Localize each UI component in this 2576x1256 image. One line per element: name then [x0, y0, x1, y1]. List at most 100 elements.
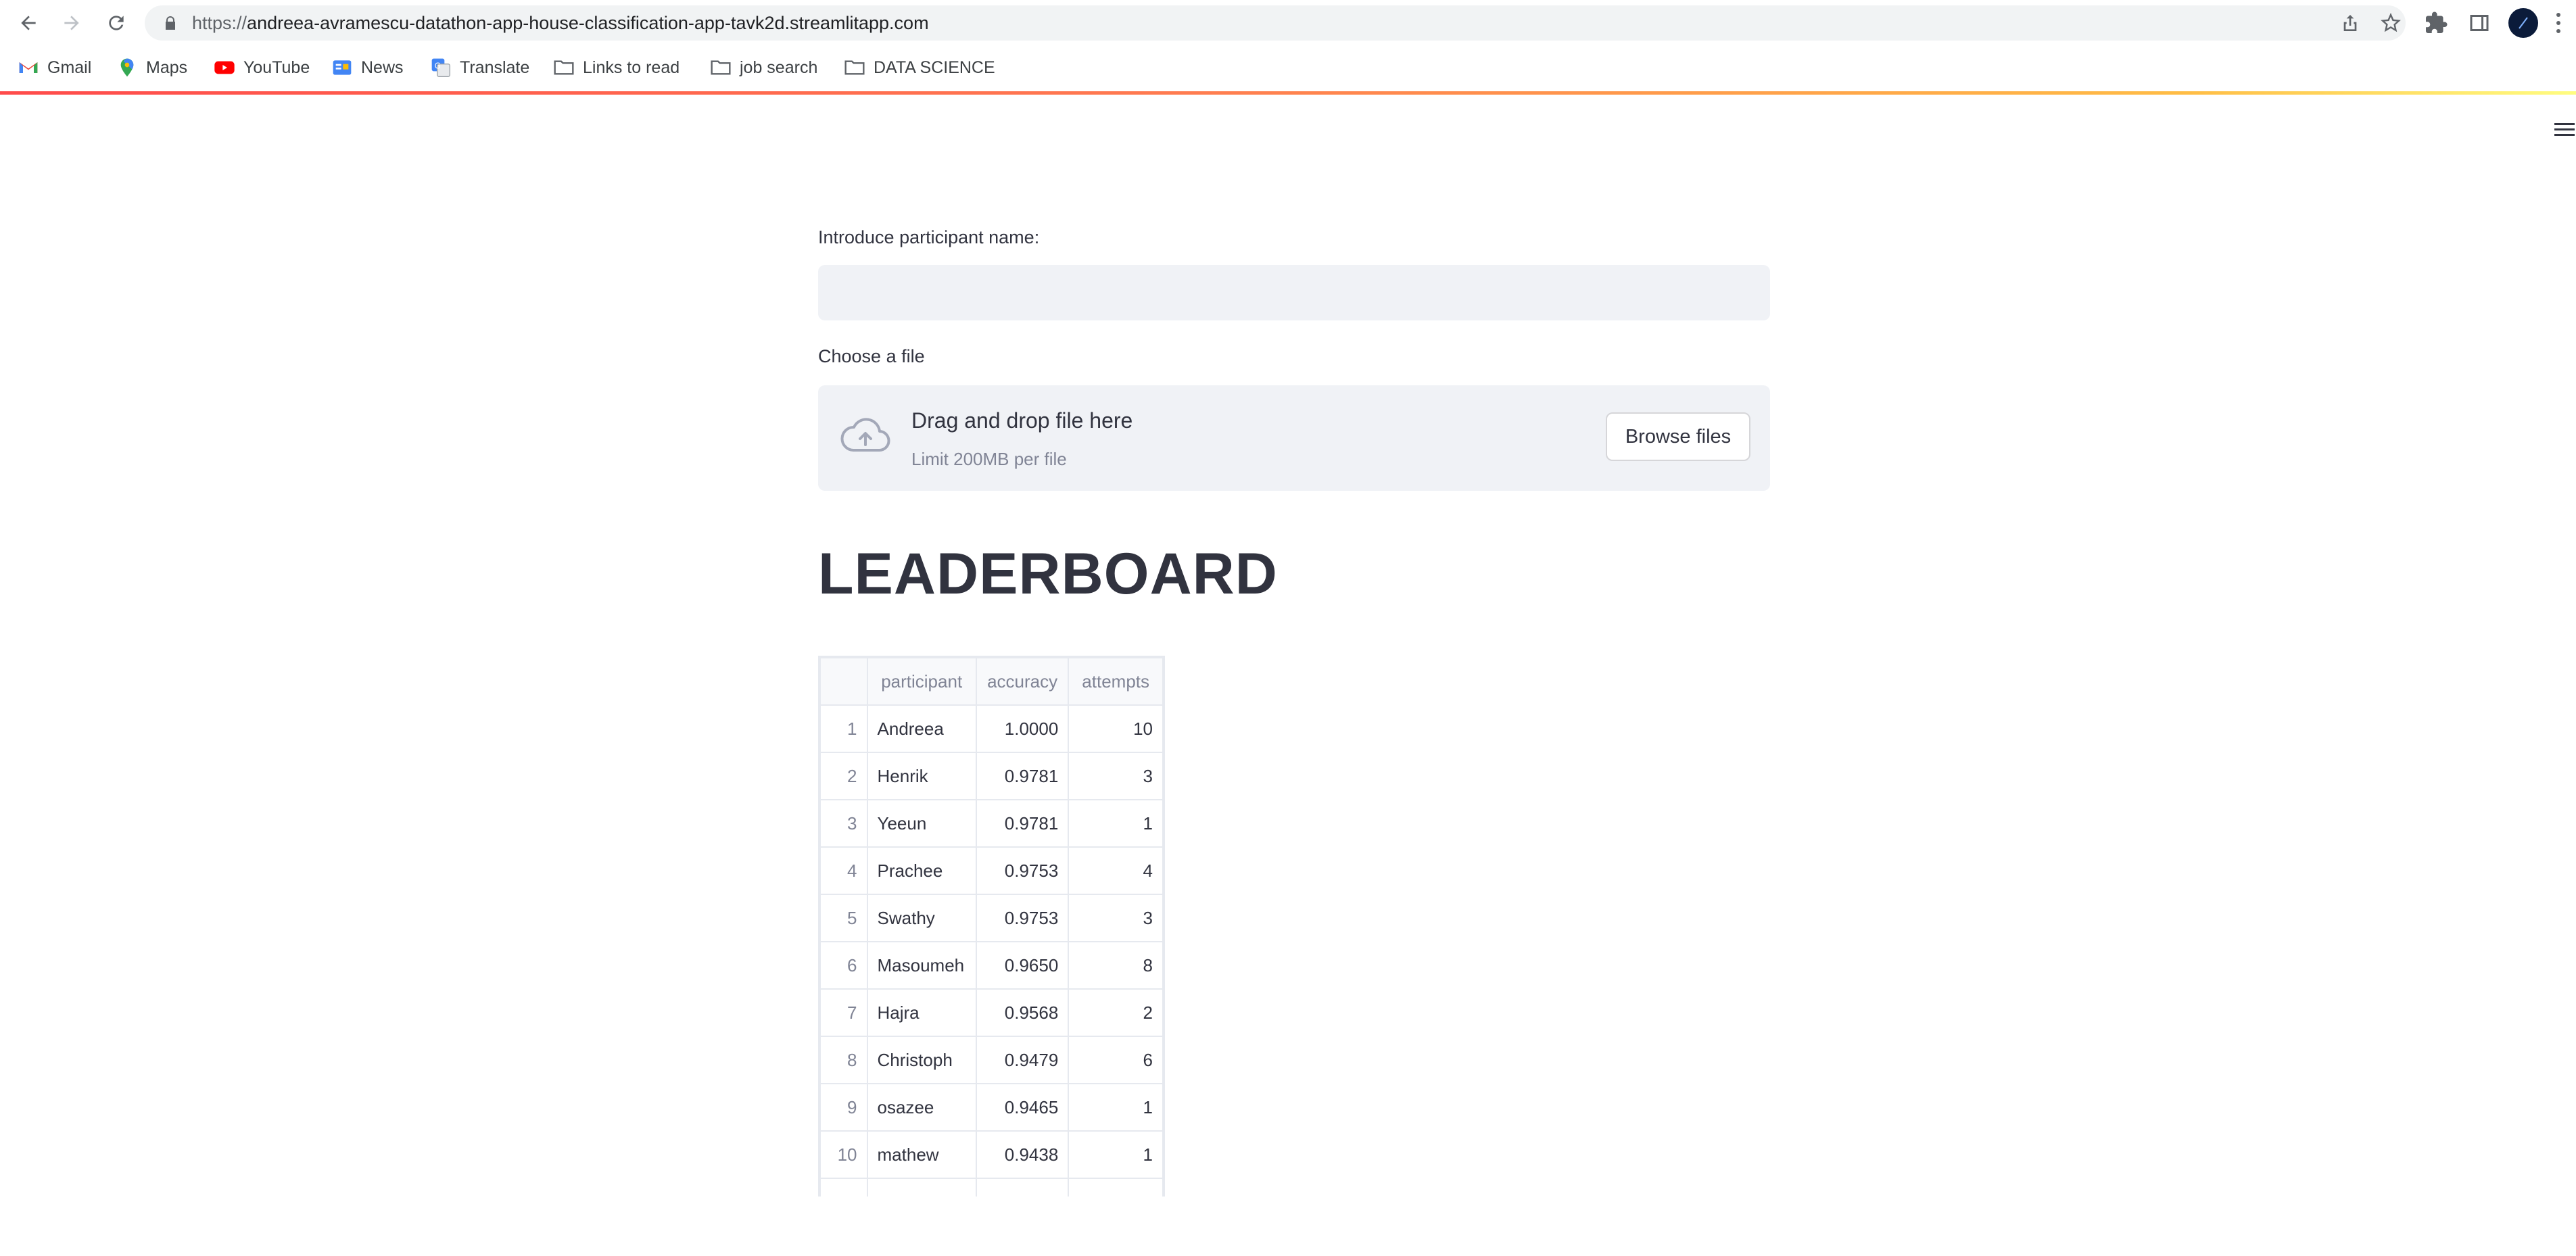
column-header-participant[interactable]: participant — [866, 657, 977, 706]
cell-accuracy[interactable]: 0.9650 — [975, 941, 1070, 990]
cell-participant[interactable]: Swathy — [866, 894, 977, 942]
table-row: 6 Masoumeh 0.9650 8 — [819, 941, 1164, 990]
row-index: 10 — [819, 1130, 868, 1179]
svg-text:G: G — [435, 61, 441, 70]
bookmark-youtube[interactable]: YouTube — [214, 46, 310, 89]
row-index: 7 — [819, 988, 868, 1037]
leaderboard-table[interactable]: participant accuracy attempts 1 Andreea … — [818, 656, 1165, 1197]
cell-attempts[interactable]: 1 — [1068, 1083, 1164, 1132]
table-row: 2 Henrik 0.9781 3 — [819, 752, 1164, 800]
table-row-partial — [819, 1178, 1164, 1197]
cell-attempts[interactable]: 3 — [1068, 752, 1164, 800]
row-index: 8 — [819, 1036, 868, 1084]
bookmark-label: YouTube — [243, 57, 310, 77]
cell-attempts[interactable]: 8 — [1068, 941, 1164, 990]
translate-icon: G — [431, 58, 450, 77]
column-header-accuracy[interactable]: accuracy — [975, 657, 1070, 706]
folder-icon — [711, 60, 731, 75]
folder-icon — [554, 60, 574, 75]
column-header-attempts[interactable]: attempts — [1068, 657, 1164, 706]
cell-attempts[interactable]: 6 — [1068, 1036, 1164, 1084]
cell-participant[interactable]: Henrik — [866, 752, 977, 800]
table-row: 9 osazee 0.9465 1 — [819, 1083, 1164, 1132]
row-index: 2 — [819, 752, 868, 800]
star-icon[interactable] — [2380, 12, 2402, 34]
forward-button[interactable] — [55, 7, 88, 39]
cell-participant[interactable]: Hajra — [866, 988, 977, 1037]
cell-accuracy[interactable]: 0.9438 — [975, 1130, 1070, 1179]
cell-attempts[interactable]: 3 — [1068, 894, 1164, 942]
avatar-icon — [2519, 17, 2528, 29]
arrow-right-icon — [64, 16, 79, 30]
url-host: andreea-avramescu-datathon-app-house-cla… — [247, 13, 929, 33]
bookmark-data-science[interactable]: DATA SCIENCE — [844, 46, 995, 89]
cell-accuracy[interactable]: 0.9568 — [975, 988, 1070, 1037]
side-panel-icon[interactable] — [2467, 11, 2491, 35]
cell-accuracy[interactable]: 0.9781 — [975, 799, 1070, 848]
table-header-row: participant accuracy attempts — [819, 657, 1164, 706]
reload-button[interactable] — [100, 7, 133, 39]
cell-participant[interactable]: Prachee — [866, 846, 977, 895]
url-scheme: https:// — [192, 13, 247, 33]
bookmark-translate[interactable]: G Translate — [430, 46, 529, 89]
extensions-icon[interactable] — [2424, 11, 2448, 35]
cell-attempts[interactable]: 10 — [1068, 704, 1164, 753]
cell-participant[interactable]: osazee — [866, 1083, 977, 1132]
gmail-icon — [19, 62, 38, 73]
cell-accuracy[interactable]: 0.9753 — [975, 846, 1070, 895]
cell-accuracy[interactable]: 0.9479 — [975, 1036, 1070, 1084]
browse-files-button[interactable]: Browse files — [1606, 412, 1750, 461]
bookmark-label: Maps — [146, 57, 188, 77]
column-header-index[interactable] — [819, 657, 868, 706]
table-row: 1 Andreea 1.0000 10 — [819, 704, 1164, 753]
lock-icon — [166, 16, 175, 30]
bookmark-label: Translate — [460, 57, 530, 77]
profile-avatar[interactable] — [2508, 8, 2538, 38]
dropzone-limit: Limit 200MB per file — [911, 449, 1067, 469]
cell-attempts[interactable]: 2 — [1068, 988, 1164, 1037]
table-row: 5 Swathy 0.9753 3 — [819, 894, 1164, 942]
cell-participant[interactable]: Christoph — [866, 1036, 977, 1084]
cell-participant[interactable]: Yeeun — [866, 799, 977, 848]
url-text: https://andreea-avramescu-datathon-app-h… — [192, 5, 929, 41]
leaderboard-heading: LEADERBOARD — [818, 541, 1278, 606]
share-icon[interactable] — [2339, 12, 2361, 34]
table-row: 8 Christoph 0.9479 6 — [819, 1036, 1164, 1084]
participant-name-input[interactable] — [818, 265, 1770, 320]
news-icon — [333, 60, 352, 75]
cell-accuracy[interactable]: 0.9781 — [975, 752, 1070, 800]
back-button[interactable] — [12, 7, 45, 39]
maps-icon — [120, 58, 134, 77]
cell-attempts[interactable]: 1 — [1068, 1130, 1164, 1179]
bookmark-gmail[interactable]: Gmail — [18, 46, 91, 89]
reload-icon — [109, 16, 124, 30]
file-dropzone[interactable]: Drag and drop file here Limit 200MB per … — [818, 385, 1770, 491]
bookmark-links-to-read[interactable]: Links to read — [553, 46, 679, 89]
row-index: 3 — [819, 799, 868, 848]
bookmark-label: job search — [740, 57, 818, 77]
address-bar[interactable]: https://andreea-avramescu-datathon-app-h… — [145, 5, 2406, 41]
row-index: 4 — [819, 846, 868, 895]
bookmark-label: DATA SCIENCE — [874, 57, 995, 77]
bookmarks-bar: Gmail Maps YouTube News G Translate Link… — [0, 46, 2576, 89]
cell-accuracy[interactable]: 0.9465 — [975, 1083, 1070, 1132]
cell-accuracy[interactable]: 0.9753 — [975, 894, 1070, 942]
cell-attempts[interactable]: 1 — [1068, 799, 1164, 848]
row-index: 9 — [819, 1083, 868, 1132]
bookmark-maps[interactable]: Maps — [116, 46, 187, 89]
menu-dots-icon[interactable] — [2554, 11, 2562, 35]
table-row: 4 Prachee 0.9753 4 — [819, 846, 1164, 895]
app-main: Introduce participant name: Choose a fil… — [0, 95, 2576, 1256]
bookmark-news[interactable]: News — [331, 46, 404, 89]
cell-participant[interactable]: mathew — [866, 1130, 977, 1179]
folder-icon — [844, 60, 865, 75]
row-index: 5 — [819, 894, 868, 942]
dropzone-title: Drag and drop file here — [911, 408, 1133, 433]
bookmark-job-search[interactable]: job search — [710, 46, 817, 89]
cell-accuracy[interactable]: 1.0000 — [975, 704, 1070, 753]
cell-attempts[interactable]: 4 — [1068, 846, 1164, 895]
cell-participant[interactable]: Masoumeh — [866, 941, 977, 990]
table-row: 7 Hajra 0.9568 2 — [819, 988, 1164, 1037]
cell-participant[interactable]: Andreea — [866, 704, 977, 753]
hamburger-menu-icon[interactable] — [2552, 120, 2576, 139]
